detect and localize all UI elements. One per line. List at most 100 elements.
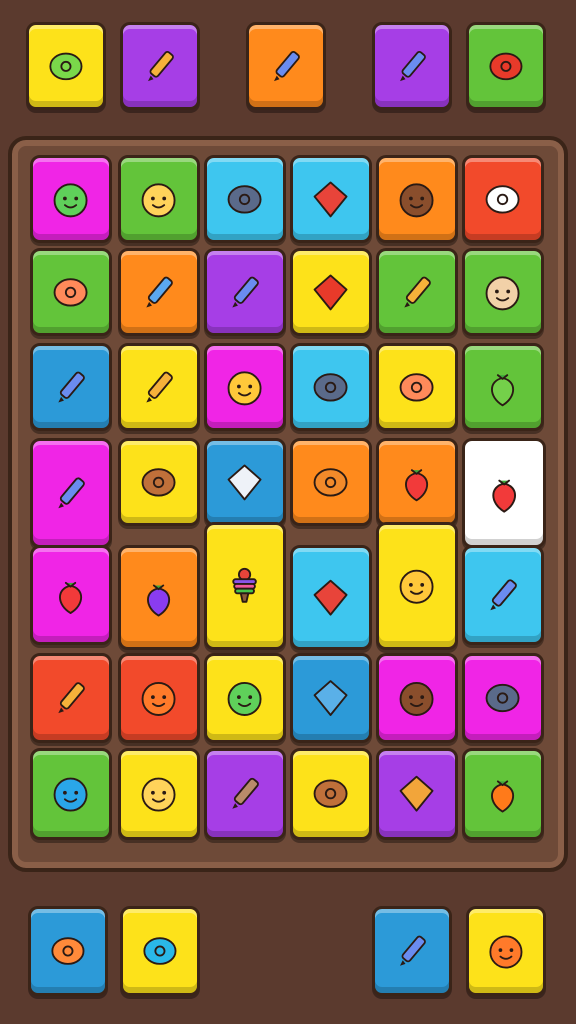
board-tile[interactable] bbox=[376, 155, 458, 243]
ghost-icon bbox=[33, 158, 109, 240]
sign-icon bbox=[293, 656, 369, 740]
board-tile[interactable] bbox=[462, 545, 544, 645]
bottom-tray-tile[interactable] bbox=[372, 906, 452, 996]
lime-icon bbox=[465, 346, 541, 428]
top-tray-tile[interactable] bbox=[372, 22, 452, 110]
telescope-icon bbox=[207, 251, 283, 333]
board-tile[interactable] bbox=[204, 653, 286, 743]
board-tile[interactable] bbox=[462, 155, 544, 243]
board-tile[interactable] bbox=[376, 748, 458, 840]
board-tile[interactable] bbox=[204, 438, 286, 526]
snail-icon bbox=[293, 346, 369, 428]
bone-icon bbox=[207, 751, 283, 837]
board-tile[interactable] bbox=[204, 748, 286, 840]
ice-cream-stack-icon bbox=[207, 525, 283, 647]
board-tile[interactable] bbox=[118, 343, 200, 431]
board-tile[interactable] bbox=[462, 248, 544, 336]
board-tile[interactable] bbox=[290, 438, 372, 526]
fluff-face-icon bbox=[121, 751, 197, 837]
ring-icon bbox=[207, 158, 283, 240]
cat-face-icon bbox=[207, 346, 283, 428]
bread-icon bbox=[121, 441, 197, 523]
board-tile[interactable] bbox=[290, 248, 372, 336]
pencil-icon bbox=[121, 346, 197, 428]
fox-face-icon bbox=[121, 656, 197, 740]
board-tile[interactable] bbox=[290, 653, 372, 743]
strawberry-icon bbox=[379, 441, 455, 523]
board-tile[interactable] bbox=[204, 155, 286, 243]
board-tile[interactable] bbox=[462, 343, 544, 431]
speech-bubble-icon bbox=[33, 251, 109, 333]
board-tile[interactable] bbox=[30, 545, 112, 645]
board-tile[interactable] bbox=[376, 438, 458, 526]
board-tile[interactable] bbox=[30, 438, 112, 548]
sausage-icon bbox=[469, 25, 543, 107]
board-tile[interactable] bbox=[30, 248, 112, 336]
board-tile[interactable] bbox=[290, 545, 372, 650]
balloon-icon bbox=[121, 548, 197, 647]
sign-post-icon bbox=[33, 346, 109, 428]
board-tile[interactable] bbox=[118, 438, 200, 526]
board-tile[interactable] bbox=[118, 545, 200, 650]
dice-icon bbox=[207, 441, 283, 523]
board-tile[interactable] bbox=[204, 343, 286, 431]
board-tile[interactable] bbox=[376, 653, 458, 743]
snail-shell-icon bbox=[465, 656, 541, 740]
top-tray-tile[interactable] bbox=[26, 22, 106, 110]
pencil-icon bbox=[123, 25, 197, 107]
imp-face-icon bbox=[469, 909, 543, 993]
board-tile[interactable] bbox=[376, 343, 458, 431]
cookie-icon bbox=[379, 656, 455, 740]
board-tile[interactable] bbox=[290, 343, 372, 431]
board-tile[interactable] bbox=[30, 653, 112, 743]
board-tile[interactable] bbox=[118, 748, 200, 840]
bear-face-icon bbox=[465, 251, 541, 333]
bottom-tray-tile[interactable] bbox=[466, 906, 546, 996]
board-tile[interactable] bbox=[462, 748, 544, 840]
board-tile[interactable] bbox=[204, 522, 286, 650]
flag-icon bbox=[293, 158, 369, 240]
orange-fruit-icon bbox=[465, 751, 541, 837]
board-tile[interactable] bbox=[462, 438, 546, 548]
popsicle-icon bbox=[249, 25, 323, 107]
bottom-tray-tile[interactable] bbox=[120, 906, 200, 996]
frog-icon bbox=[207, 656, 283, 740]
board-tile[interactable] bbox=[118, 155, 200, 243]
kite-icon bbox=[293, 548, 369, 647]
board-tile[interactable] bbox=[462, 653, 544, 743]
paintbrush-icon bbox=[375, 25, 449, 107]
board-tile[interactable] bbox=[376, 248, 458, 336]
pawn-face-icon bbox=[379, 525, 455, 647]
swirl-icon bbox=[293, 441, 369, 523]
top-tray-tile[interactable] bbox=[466, 22, 546, 110]
board-tile[interactable] bbox=[290, 748, 372, 840]
lion-face-icon bbox=[121, 158, 197, 240]
sweet-potato-icon bbox=[293, 751, 369, 837]
gem-icon bbox=[293, 251, 369, 333]
board-tile[interactable] bbox=[118, 248, 200, 336]
wand-icon bbox=[465, 548, 541, 642]
leaf-bowl-icon bbox=[29, 25, 103, 107]
rocket-icon bbox=[121, 251, 197, 333]
top-tray-tile[interactable] bbox=[246, 22, 326, 110]
board-tile[interactable] bbox=[290, 155, 372, 243]
board-tile[interactable] bbox=[30, 748, 112, 840]
flower-icon bbox=[31, 909, 105, 993]
top-tray-tile[interactable] bbox=[120, 22, 200, 110]
crayon-icon bbox=[33, 656, 109, 740]
board-tile[interactable] bbox=[30, 343, 112, 431]
brush-icon bbox=[375, 909, 449, 993]
flashlight-icon bbox=[33, 441, 109, 545]
board-tile[interactable] bbox=[376, 522, 458, 650]
chat-bubble-icon bbox=[379, 346, 455, 428]
board-tile[interactable] bbox=[30, 155, 112, 243]
board-tile[interactable] bbox=[118, 653, 200, 743]
chili-icon bbox=[33, 548, 109, 642]
bottom-tray-tile[interactable] bbox=[28, 906, 108, 996]
sun-gear-icon bbox=[123, 909, 197, 993]
board-tile[interactable] bbox=[204, 248, 286, 336]
box-icon bbox=[379, 751, 455, 837]
acorn-face-icon bbox=[379, 158, 455, 240]
ram-trophy-icon bbox=[465, 158, 541, 240]
crayon-icon bbox=[379, 251, 455, 333]
